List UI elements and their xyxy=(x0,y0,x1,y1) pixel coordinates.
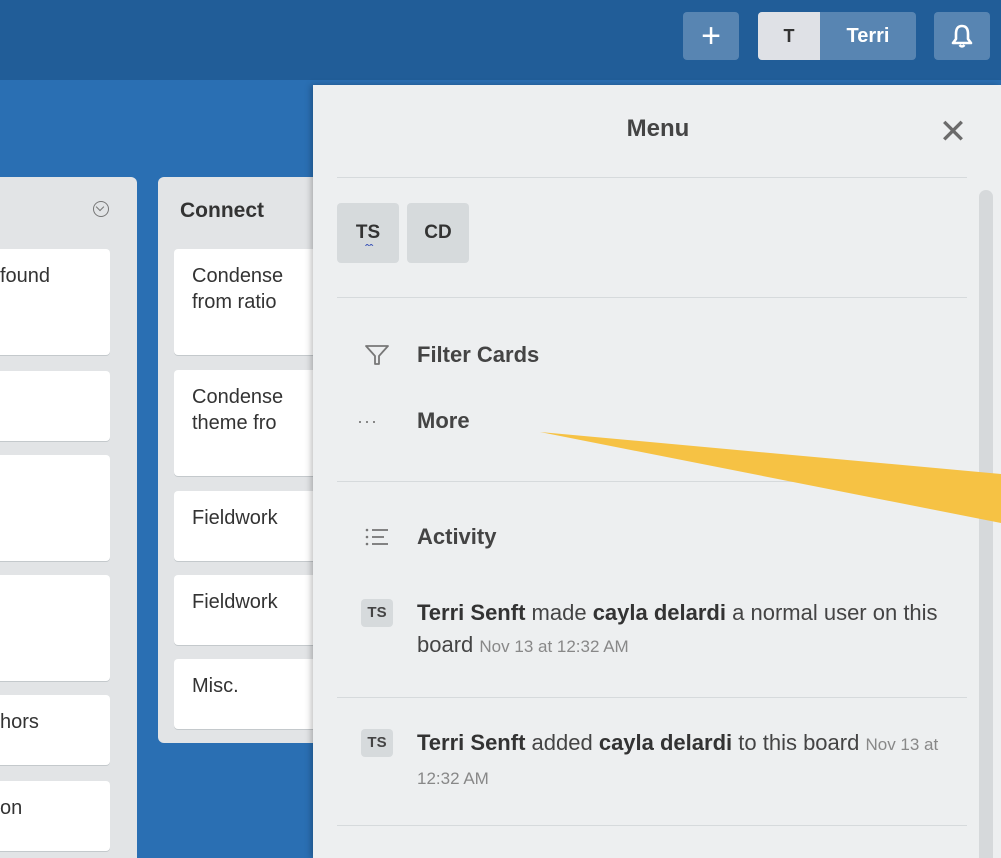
admin-badge-icon: ˆˆ xyxy=(365,242,373,256)
avatar: T xyxy=(758,12,820,60)
activity-icon xyxy=(365,528,388,546)
bell-icon xyxy=(951,24,973,48)
list-card[interactable] xyxy=(0,455,110,561)
top-header: + T Terri xyxy=(0,0,1001,80)
list-card[interactable]: on xyxy=(0,781,110,851)
notifications-button[interactable] xyxy=(934,12,990,60)
activity-time[interactable]: Nov 13 at 12:32 AM xyxy=(479,637,628,656)
list-card[interactable]: hors xyxy=(0,695,110,765)
activity-actor[interactable]: Terri Senft xyxy=(417,600,525,625)
list-card[interactable]: Condense from ratio xyxy=(174,249,324,355)
board-list: found hors on xyxy=(0,177,137,858)
filter-icon xyxy=(365,345,389,365)
list-menu-icon[interactable] xyxy=(93,201,109,217)
avatar: TS xyxy=(361,729,393,757)
menu-title: Menu xyxy=(626,115,690,142)
divider xyxy=(337,177,967,178)
activity-heading: Activity xyxy=(357,517,496,557)
member-avatar[interactable]: TS ˆˆ xyxy=(337,203,399,263)
more-icon: ··· xyxy=(357,410,378,431)
list-card[interactable] xyxy=(0,371,110,441)
app-frame: + T Terri found hors on Connect Condense… xyxy=(0,0,1001,858)
list-card[interactable]: found xyxy=(0,249,110,355)
more-item[interactable]: ··· More xyxy=(357,401,470,441)
activity-item: TS Terri Senft made cayla delardi a norm… xyxy=(361,597,961,663)
divider xyxy=(337,297,967,298)
plus-icon: + xyxy=(701,16,721,55)
filter-cards-item[interactable]: Filter Cards xyxy=(357,335,539,375)
divider xyxy=(337,825,967,826)
list-card[interactable]: Condense theme fro xyxy=(174,370,324,476)
board-menu-panel: Menu ✕ TS ˆˆ CD Filter Cards ··· More Ac… xyxy=(313,85,1001,858)
user-name: Terri xyxy=(846,24,890,47)
scrollbar[interactable] xyxy=(979,190,993,858)
avatar: TS xyxy=(361,599,393,627)
divider xyxy=(337,481,967,482)
activity-actor[interactable]: Terri Senft xyxy=(417,730,525,755)
list-card[interactable] xyxy=(0,575,110,681)
activity-target[interactable]: cayla delardi xyxy=(593,600,726,625)
close-icon[interactable]: ✕ xyxy=(933,115,973,155)
list-title[interactable]: Connect xyxy=(180,199,264,223)
add-button[interactable]: + xyxy=(683,12,739,60)
activity-item: TS Terri Senft added cayla delardi to th… xyxy=(361,727,961,795)
activity-target[interactable]: cayla delardi xyxy=(599,730,732,755)
divider xyxy=(337,697,967,698)
user-menu-button[interactable]: T Terri xyxy=(758,12,916,60)
member-avatar[interactable]: CD xyxy=(407,203,469,263)
